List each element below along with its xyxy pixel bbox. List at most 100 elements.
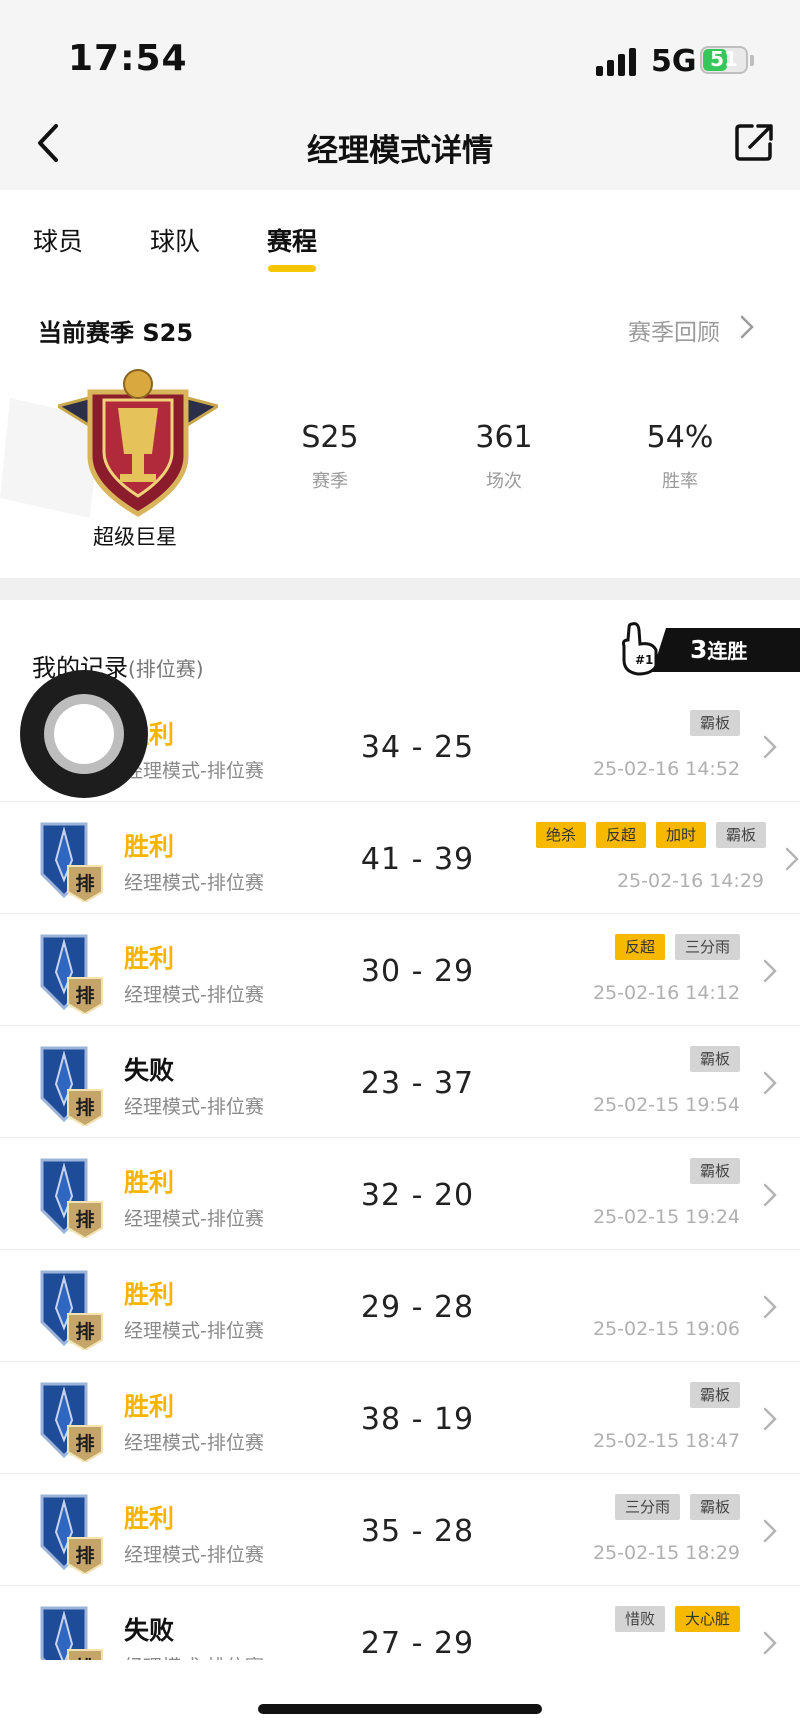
record-date: 25-02-16 14:52 (592, 758, 740, 780)
record-tags: 霸板 (689, 1158, 740, 1184)
section-divider (0, 578, 800, 600)
record-mode: 经理模式-排位赛 (124, 1096, 264, 1118)
streak-label: 连胜 (707, 639, 748, 663)
record-result: 失败 (124, 1616, 175, 1645)
stat-games-label: 场次 (486, 471, 522, 492)
rank-name: 超级巨星 (93, 525, 177, 549)
record-tag: 三分雨 (674, 934, 740, 960)
record-tag: 霸板 (689, 1382, 740, 1408)
record-row[interactable]: 排 胜利 经理模式-排位赛 32 - 20 霸板 25-02-15 19:24 (0, 1138, 800, 1250)
tab-team[interactable]: 球队 (150, 222, 200, 258)
tab-schedule[interactable]: 赛程 (267, 222, 317, 258)
record-tags: 霸板 (689, 1046, 740, 1072)
record-tag: 绝杀 (535, 822, 586, 848)
record-row[interactable]: 排 胜利 经理模式-排位赛 35 - 28 三分雨 霸板 25-02-15 18:29 (0, 1474, 800, 1586)
record-tags: 惜败 大心脏 (614, 1606, 740, 1632)
record-tag: 大心脏 (674, 1606, 740, 1632)
record-row[interactable]: 排 胜利 经理模式-排位赛 30 - 29 反超 三分雨 25-02-16 14:12 (0, 914, 800, 1026)
chevron-right-icon[interactable] (762, 1518, 778, 1544)
tab-players[interactable]: 球员 (33, 222, 83, 258)
record-tags: 三分雨 霸板 (614, 1494, 740, 1520)
record-score: 27 - 29 (360, 1626, 475, 1661)
ranked-icon-label: 排 (75, 1432, 94, 1455)
season-title: 当前赛季 S25 (38, 319, 194, 347)
stat-winrate-label: 胜率 (662, 471, 698, 492)
record-tag: 霸板 (715, 822, 766, 848)
chevron-right-icon[interactable] (784, 846, 800, 872)
tab-active-indicator (268, 265, 316, 272)
ranked-icon-label: 排 (75, 872, 94, 895)
streak-number: 3 (690, 635, 708, 664)
network-type: 5G (651, 44, 697, 79)
record-tag: 反超 (595, 822, 646, 848)
record-score: 41 - 39 (360, 842, 475, 877)
record-result: 胜利 (124, 832, 175, 861)
record-score: 29 - 28 (360, 1290, 475, 1325)
record-mode: 经理模式-排位赛 (124, 1544, 264, 1566)
ranked-mode-icon: 排 (40, 822, 103, 902)
chevron-right-icon[interactable] (762, 1630, 778, 1656)
stat-winrate-value: 54% (646, 420, 714, 455)
battery-level: 51 (710, 47, 738, 71)
record-row[interactable]: 排 失败经理模式-排位赛 23 - 37 霸板 25-02-15 19:54 (0, 1026, 800, 1138)
ranked-mode-icon: 排 (40, 1158, 103, 1238)
svg-text:#1: #1 (635, 653, 653, 667)
record-row[interactable]: 排 胜利 经理模式-排位赛 29 - 28 25-02-15 19:06 (0, 1250, 800, 1362)
record-row[interactable]: 排 胜利经理模式-排位赛 38 - 19 霸板 25-02-15 18:47 (0, 1362, 800, 1474)
record-date: 25-02-15 19:24 (592, 1206, 740, 1228)
chevron-right-icon[interactable] (738, 314, 756, 340)
stat-season-value: S25 (301, 420, 359, 455)
record-tag: 反超 (614, 934, 665, 960)
record-score: 32 - 20 (360, 1178, 475, 1213)
home-indicator[interactable] (258, 1704, 542, 1714)
rank-badge-icon (58, 369, 218, 517)
chevron-right-icon[interactable] (762, 1406, 778, 1432)
record-tag: 霸板 (689, 1046, 740, 1072)
ranked-icon-label: 排 (75, 1208, 94, 1231)
record-date: 25-02-15 18:47 (592, 1430, 740, 1452)
chevron-right-icon[interactable] (762, 734, 778, 760)
record-tag: 加时 (655, 822, 706, 848)
chevron-right-icon[interactable] (762, 1182, 778, 1208)
status-time: 17:54 (68, 38, 188, 79)
win-streak-badge: #1 3连胜 (612, 620, 800, 676)
record-date: 25-02-15 18:29 (592, 1542, 740, 1564)
record-mode: 经理模式-排位赛 (124, 1432, 264, 1454)
record-result: 胜利 (124, 1504, 175, 1533)
share-icon[interactable] (732, 120, 776, 164)
signal-icon (596, 48, 638, 76)
record-row[interactable]: 排 胜利 经理模式-排位赛 41 - 39 绝杀 反超 加时 霸板 25-02-16 14:29 (0, 802, 800, 914)
ranked-mode-icon: 排 (40, 1382, 103, 1462)
record-date: 25-02-15 19:54 (592, 1094, 740, 1116)
chevron-right-icon[interactable] (762, 958, 778, 984)
record-result: 胜利 (124, 1392, 175, 1421)
bottom-safe-area (0, 1660, 800, 1732)
foam-finger-icon: #1 (622, 622, 658, 676)
records-subtitle: (排位赛) (128, 657, 204, 681)
record-date: 25-02-15 19:06 (592, 1318, 740, 1340)
ranked-mode-icon: 排 (40, 1046, 103, 1126)
assistive-touch-button[interactable] (20, 670, 148, 798)
record-score: 23 - 37 (360, 1066, 475, 1101)
ranked-icon-label: 排 (75, 1544, 94, 1567)
page-title: 经理模式详情 (307, 133, 493, 169)
record-date: 25-02-16 14:12 (592, 982, 740, 1004)
stat-games-value: 361 (475, 420, 533, 455)
ranked-icon-label: 排 (75, 984, 94, 1007)
season-review-link[interactable]: 赛季回顾 (628, 313, 720, 347)
record-tags: 绝杀 反超 加时 霸板 (535, 822, 766, 848)
chevron-right-icon[interactable] (762, 1070, 778, 1096)
chevron-right-icon[interactable] (762, 1294, 778, 1320)
battery-icon: 51 (700, 46, 756, 76)
record-score: 30 - 29 (360, 954, 475, 989)
record-tag: 霸板 (689, 1158, 740, 1184)
record-tag: 惜败 (614, 1606, 665, 1632)
record-result: 胜利 (124, 944, 175, 973)
record-tag: 霸板 (689, 1494, 740, 1520)
record-result: 失败 (124, 1056, 175, 1085)
record-tags: 霸板 (689, 710, 740, 736)
record-score: 38 - 19 (360, 1402, 475, 1437)
stat-season-label: 赛季 (312, 471, 348, 492)
ranked-mode-icon: 排 (40, 934, 103, 1014)
ranked-icon-label: 排 (75, 1096, 94, 1119)
